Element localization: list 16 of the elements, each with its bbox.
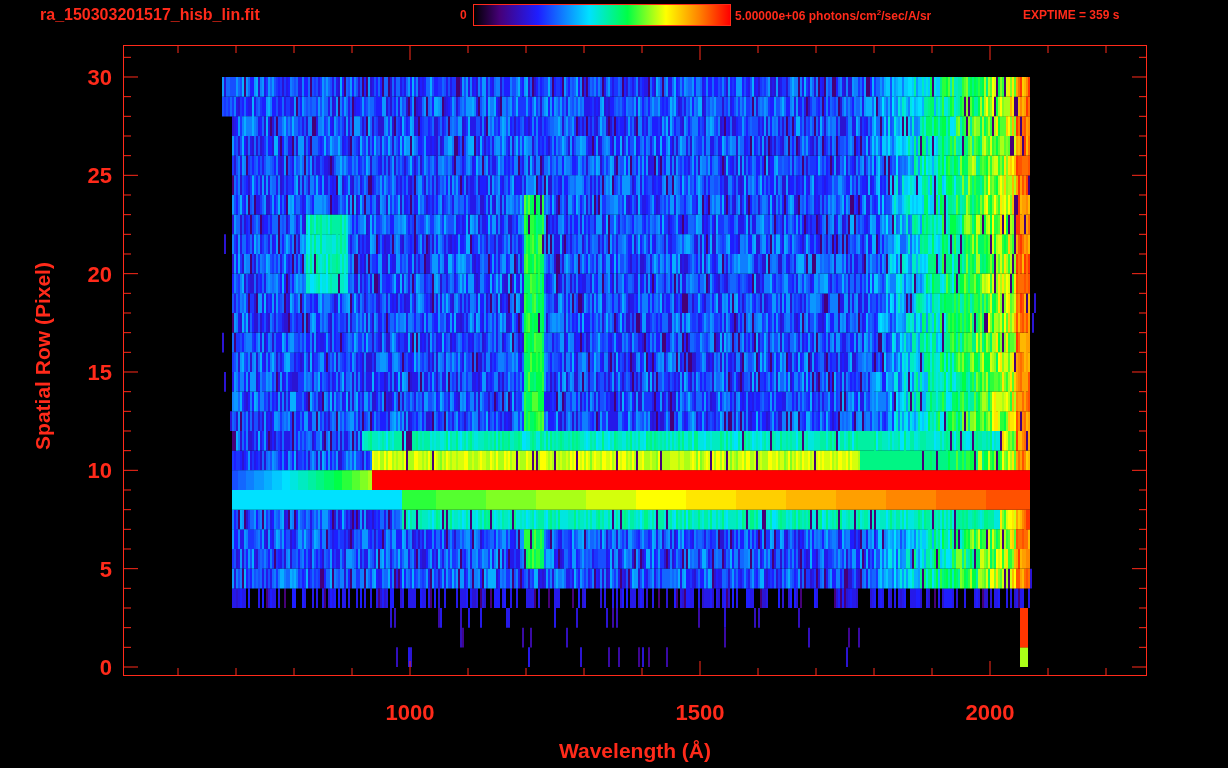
exposure-label: EXPTIME = 359 s <box>1023 8 1120 22</box>
colorbar-min-label: 0 <box>460 8 468 22</box>
y-tick-label: 10 <box>87 458 112 484</box>
y-tick-label: 25 <box>87 163 112 189</box>
x-axis-label: Wavelength (Å) <box>558 739 712 762</box>
y-tick-label: 0 <box>99 655 112 680</box>
x-tick-label: 1500 <box>675 700 725 725</box>
y-tick-label: 30 <box>87 65 112 90</box>
file-title: ra_150303201517_hisb_lin.fit <box>40 6 261 24</box>
y-tick-label: 5 <box>99 556 112 582</box>
x-tick-label: 2000 <box>965 700 1015 725</box>
y-axis-label: Spatial Row (Pixel) <box>31 262 54 450</box>
y-tick-label: 15 <box>87 360 112 385</box>
x-tick-label: 1000 <box>385 700 435 725</box>
colorbar-max-label: 5.00000e+06 photons/cm$^{2}$/sec/A/sr <box>735 7 933 23</box>
y-tick-label: 20 <box>87 261 112 287</box>
